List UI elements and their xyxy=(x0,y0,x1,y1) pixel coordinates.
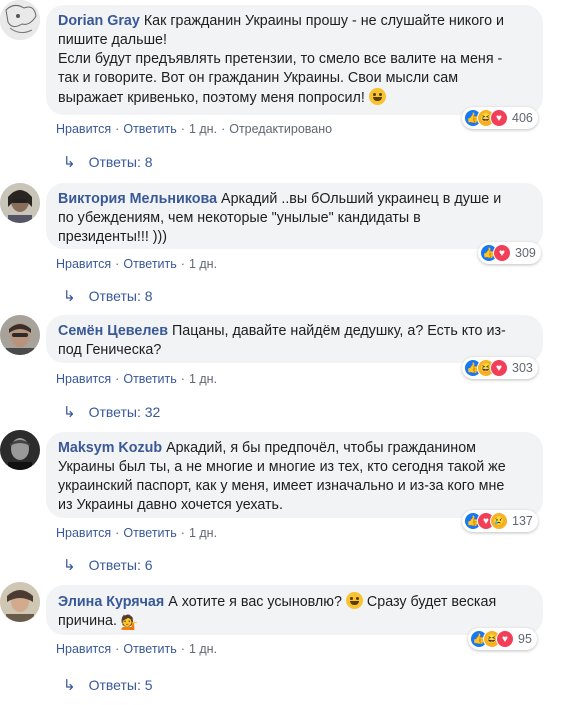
comment-actions: Нравится · Ответить · 1 дн. xyxy=(56,257,218,271)
timestamp[interactable]: 1 дн. xyxy=(189,372,217,386)
reply-link[interactable]: Ответить xyxy=(123,372,176,386)
replies-label: Ответы: 6 xyxy=(88,557,153,573)
reply-arrow-icon: ↳ xyxy=(63,404,76,421)
avatar[interactable] xyxy=(0,430,40,470)
comment-author[interactable]: Элина Курячая xyxy=(58,594,164,610)
comment-bubble: Maksym Kozub Аркадий, я бы предпочёл, чт… xyxy=(46,432,543,518)
comment-text: так и говорите. Вот он гражданин Украины… xyxy=(58,70,459,86)
reply-arrow-icon: ↳ xyxy=(63,677,76,694)
comment-actions: Нравится · Ответить · 1 дн. xyxy=(56,642,218,656)
comment-bubble: Виктория Мельникова Аркадий ..вы бОльший… xyxy=(46,183,543,249)
grinning-emoji-icon xyxy=(368,88,386,105)
replies-link[interactable]: ↳ Ответы: 5 xyxy=(63,676,153,694)
replies-label: Ответы: 5 xyxy=(88,677,153,693)
reaction-count: 309 xyxy=(515,246,536,260)
comment-text: Как гражданин Украины прошу - не слушайт… xyxy=(143,13,504,29)
reaction-count: 406 xyxy=(512,111,533,125)
comment-actions: Нравится · Ответить · 1 дн. xyxy=(56,526,218,540)
like-link[interactable]: Нравится xyxy=(56,642,111,656)
like-link[interactable]: Нравится xyxy=(56,526,111,540)
avatar[interactable] xyxy=(0,183,40,223)
reply-link[interactable]: Ответить xyxy=(123,122,176,136)
smiling-emoji-icon xyxy=(345,592,363,609)
comment-text: из Украины давно хочется уехать. xyxy=(58,497,283,513)
reaction-count: 137 xyxy=(512,514,533,528)
reply-link[interactable]: Ответить xyxy=(123,257,176,271)
reaction-summary[interactable]: 👍 ♥ 😢 137 xyxy=(462,510,538,532)
reply-link[interactable]: Ответить xyxy=(123,526,176,540)
comment-bubble: Dorian Gray Как гражданин Украины прошу … xyxy=(46,5,543,115)
comment-text: Аркадий ..вы бОльший украинец в душе и xyxy=(221,191,502,207)
replies-link[interactable]: ↳ Ответы: 8 xyxy=(63,153,153,171)
avatar[interactable] xyxy=(0,315,40,355)
comment-text: Пацаны, давайте найдём дедушку, а? Есть … xyxy=(171,323,506,339)
edited-label: Отредактировано xyxy=(229,122,333,136)
comment-author[interactable]: Семён Цевелев xyxy=(58,323,168,339)
comment-bubble: Элина Курячая А хотите я вас усыновлю? С… xyxy=(46,585,543,635)
person-tipping-hand-icon: 💁 xyxy=(120,614,139,630)
comment-text: А хотите я вас усыновлю? xyxy=(168,594,342,610)
reaction-count: 95 xyxy=(518,632,532,646)
comment-text: по убеждениям, чем некоторые "унылые" ка… xyxy=(58,210,421,226)
timestamp[interactable]: 1 дн. xyxy=(189,526,217,540)
love-icon: ♥ xyxy=(490,359,508,377)
avatar[interactable] xyxy=(0,582,40,622)
love-icon: ♥ xyxy=(496,630,514,648)
timestamp[interactable]: 1 дн. xyxy=(189,257,217,271)
comment-bubble: Семён Цевелев Пацаны, давайте найдём дед… xyxy=(46,315,543,363)
love-icon: ♥ xyxy=(493,244,511,262)
reply-arrow-icon: ↳ xyxy=(63,557,76,574)
replies-label: Ответы: 32 xyxy=(88,404,161,420)
replies-link[interactable]: ↳ Ответы: 8 xyxy=(63,287,153,305)
like-link[interactable]: Нравится xyxy=(56,372,111,386)
reaction-summary[interactable]: 👍 😆 ♥ 95 xyxy=(468,628,537,650)
reply-link[interactable]: Ответить xyxy=(123,642,176,656)
reply-arrow-icon: ↳ xyxy=(63,154,76,171)
comment-author[interactable]: Maksym Kozub xyxy=(58,440,162,456)
reaction-summary[interactable]: 👍 😆 ♥ 406 xyxy=(462,107,538,129)
comment-text: пишите дальше! xyxy=(58,32,167,48)
replies-label: Ответы: 8 xyxy=(88,154,153,170)
reply-arrow-icon: ↳ xyxy=(63,288,76,305)
reaction-summary[interactable]: 👍 ♥ 309 xyxy=(478,242,541,264)
replies-link[interactable]: ↳ Ответы: 32 xyxy=(63,403,160,421)
comment-text: Если будут предъявлять претензии, то сме… xyxy=(58,51,503,67)
comment-text: под Геническа? xyxy=(58,342,162,358)
comment-text: Аркадий, я бы предпочёл, чтобы гражданин… xyxy=(166,440,476,456)
replies-label: Ответы: 8 xyxy=(88,288,153,304)
comment-author[interactable]: Dorian Gray xyxy=(58,13,140,29)
comment-text: украинский паспорт, как у меня, имеет из… xyxy=(58,478,505,494)
comment-text: Украины был ты, а не многие и многие из … xyxy=(58,459,506,475)
love-icon: ♥ xyxy=(490,109,508,127)
avatar[interactable] xyxy=(0,0,40,40)
comment-author[interactable]: Виктория Мельникова xyxy=(58,191,217,207)
replies-link[interactable]: ↳ Ответы: 6 xyxy=(63,556,153,574)
like-link[interactable]: Нравится xyxy=(56,257,111,271)
reaction-count: 303 xyxy=(512,361,533,375)
comment-text: выражает кривенько, поэтому меня попроси… xyxy=(58,90,365,106)
comment-text: причина. xyxy=(58,613,117,629)
like-link[interactable]: Нравится xyxy=(56,122,111,136)
timestamp[interactable]: 1 дн. xyxy=(189,122,217,136)
timestamp[interactable]: 1 дн. xyxy=(189,642,217,656)
comment-text: Сразу будет веская xyxy=(366,594,497,610)
comment-actions: Нравится · Ответить · 1 дн. · Отредактировано xyxy=(56,122,333,136)
comment-text: президенты!!! ))) xyxy=(58,229,168,245)
reaction-summary[interactable]: 👍 😆 ♥ 303 xyxy=(462,357,538,379)
sad-icon: 😢 xyxy=(490,512,508,530)
comment-actions: Нравится · Ответить · 1 дн. xyxy=(56,372,218,386)
